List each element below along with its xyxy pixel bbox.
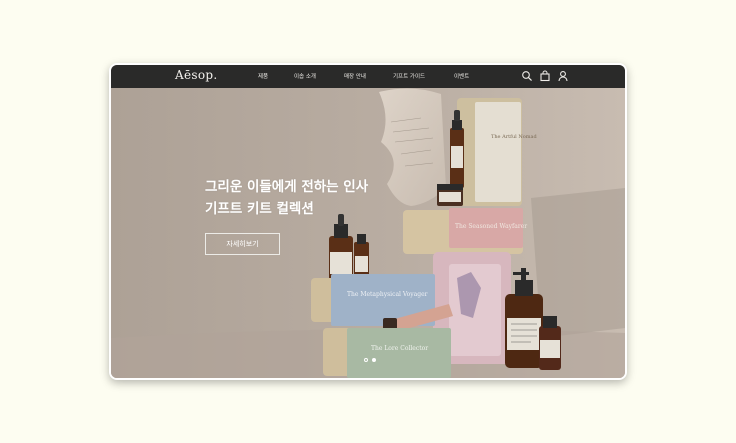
hero-headline-line-2: 기프트 키트 컬렉션 <box>205 201 314 217</box>
aesop-logo[interactable]: Aēsop. <box>175 68 217 82</box>
nav-item-gift-guide[interactable]: 기프트 가이드 <box>393 72 425 80</box>
view-details-button[interactable]: 자세히보기 <box>205 233 280 255</box>
browser-window: Aēsop. 제품 이솝 소개 매장 안내 기프트 가이드 이벤트 The Ar… <box>109 63 627 380</box>
box-label-metaphysical-voyager: The Metaphysical Voyager <box>347 291 428 298</box>
hero-headline-line-1: 그리운 이들에게 전하는 인사 <box>205 179 369 195</box>
carousel-dot-1[interactable] <box>364 358 368 362</box>
search-icon[interactable] <box>521 70 533 82</box>
hero-product-image: The Artful Nomad The Seasoned Wayfarer T… <box>111 88 625 378</box>
box-label-artful-nomad: The Artful Nomad <box>491 134 537 140</box>
box-label-seasoned-wayfarer: The Seasoned Wayfarer <box>455 223 527 230</box>
nav-item-about[interactable]: 이솝 소개 <box>294 72 316 80</box>
carousel-indicators <box>364 358 376 362</box>
top-navbar: Aēsop. 제품 이솝 소개 매장 안내 기프트 가이드 이벤트 <box>111 65 625 88</box>
hero-headline: 그리운 이들에게 전하는 인사 기프트 키트 컬렉션 <box>205 176 368 220</box>
nav-item-products[interactable]: 제품 <box>258 72 268 80</box>
nav-item-events[interactable]: 이벤트 <box>454 72 469 80</box>
site-screen: Aēsop. 제품 이솝 소개 매장 안내 기프트 가이드 이벤트 The Ar… <box>111 65 625 378</box>
carousel-dot-2[interactable] <box>372 358 376 362</box>
user-icon[interactable] <box>557 70 569 82</box>
box-label-lore-collector: The Lore Collector <box>371 345 428 352</box>
hero-banner: The Artful Nomad The Seasoned Wayfarer T… <box>111 88 625 378</box>
shopping-bag-icon[interactable] <box>539 70 551 82</box>
nav-item-stores[interactable]: 매장 안내 <box>344 72 366 80</box>
